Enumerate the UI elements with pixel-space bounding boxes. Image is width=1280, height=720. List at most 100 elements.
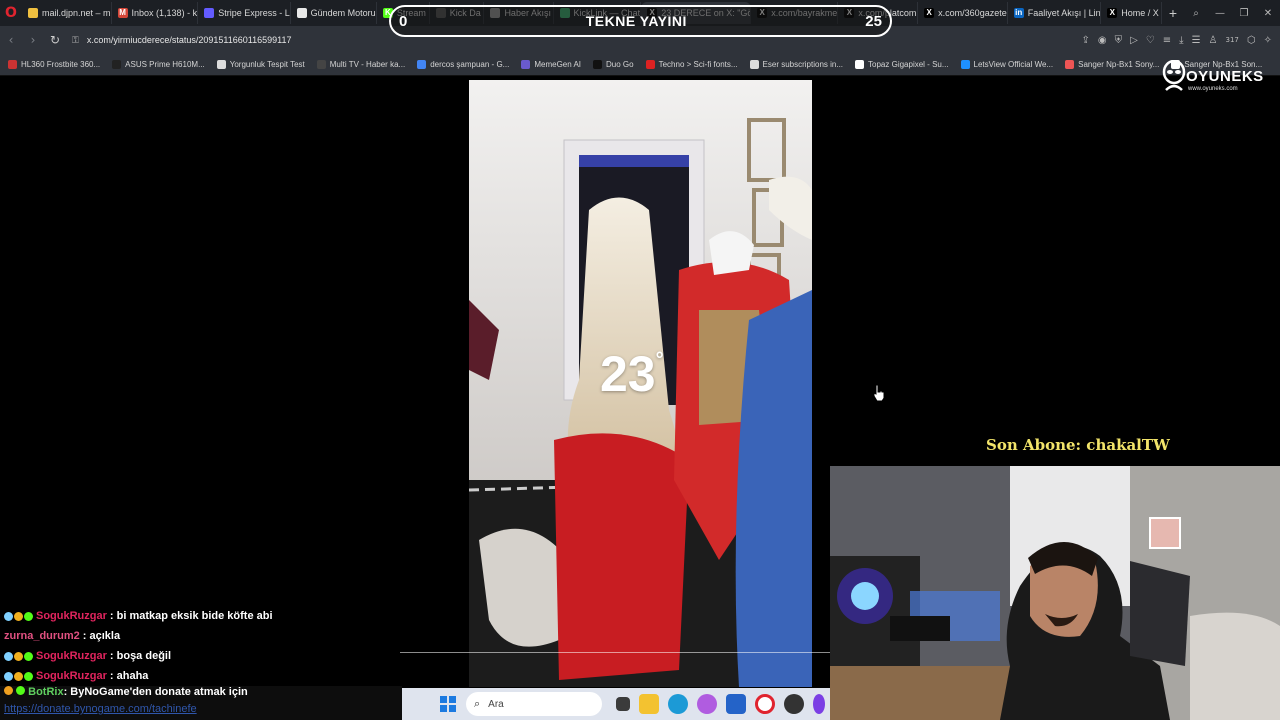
tab-favicon-icon: M xyxy=(117,8,128,18)
tab-favicon-icon: in xyxy=(1013,8,1024,18)
bookmark-label: Topaz Gigapixel - Su... xyxy=(868,60,949,69)
score-left: 0 xyxy=(399,12,408,30)
download-icon[interactable]: ⤓ xyxy=(1179,35,1183,46)
bookmark-favicon-icon xyxy=(112,60,122,69)
shield-icon[interactable]: ⛨ xyxy=(1115,35,1123,46)
browser-tab[interactable]: mail.djpn.net – m xyxy=(22,2,112,24)
app-icon-2[interactable] xyxy=(813,694,825,714)
tab-label: mail.djpn.net – m xyxy=(42,8,111,18)
bookmark-item[interactable]: HL360 Frostbite 360... xyxy=(8,60,100,69)
browser-tab[interactable]: X Home / X xyxy=(1101,2,1162,24)
chat-message: SogukRuzgar: bi matkap eksik bide köfte … xyxy=(4,606,464,626)
menu-icon[interactable]: ≡ xyxy=(1163,35,1171,46)
chat-username[interactable]: SogukRuzgar xyxy=(36,610,107,622)
bookmark-item[interactable]: MemeGen AI xyxy=(521,60,581,69)
bookmark-item[interactable]: Sanger Np-Bx1 Sony... xyxy=(1065,60,1159,69)
bookmark-favicon-icon xyxy=(417,60,427,69)
window-controls: ⌕ — ❐ ✕ xyxy=(1184,0,1280,26)
last-subscriber-label: Son Abone: chakalTW xyxy=(986,436,1170,454)
bookmark-favicon-icon xyxy=(855,60,865,69)
new-tab-button[interactable]: + xyxy=(1162,5,1184,21)
verified-badge-icon xyxy=(24,651,33,661)
file-explorer-icon[interactable] xyxy=(639,694,659,714)
bookmark-label: ASUS Prime H610M... xyxy=(125,60,205,69)
camera-icon[interactable]: ◉ xyxy=(1098,35,1107,46)
bookmark-item[interactable]: ASUS Prime H610M... xyxy=(112,60,205,69)
tab-favicon-icon xyxy=(28,8,38,18)
copilot-icon[interactable] xyxy=(697,694,717,714)
chat-message: SogukRuzgar: ahaha xyxy=(4,666,464,686)
bookmark-favicon-icon xyxy=(960,60,970,69)
share-icon[interactable]: ⇪ xyxy=(1081,35,1089,46)
verified-badge-icon xyxy=(16,686,26,695)
chat-username[interactable]: zurna_durum2 xyxy=(4,630,80,642)
app-icon[interactable] xyxy=(784,694,804,714)
opera-logo-icon[interactable]: O xyxy=(0,0,22,26)
tab-label: Inbox (1,138) - k xyxy=(131,8,198,18)
bookmark-label: Yorgunluk Tespit Test xyxy=(229,60,305,69)
bookmark-item[interactable]: Eser subscriptions in... xyxy=(749,60,843,69)
taskbar-apps xyxy=(616,694,825,714)
back-button[interactable]: ‹ xyxy=(0,33,22,47)
taskbar-search-placeholder: Ara xyxy=(488,698,504,710)
chat-badges xyxy=(4,611,33,621)
tab-favicon-icon: X xyxy=(1107,8,1118,18)
browser-tab[interactable]: Stripe Express - L xyxy=(198,2,291,24)
bookmark-item[interactable]: Yorgunluk Tespit Test xyxy=(216,60,305,69)
heart-icon[interactable]: ♡ xyxy=(1146,35,1155,46)
ai-sidebar-icon[interactable]: ✧ xyxy=(1264,35,1272,46)
bookmark-favicon-icon xyxy=(593,60,603,69)
forward-button[interactable]: › xyxy=(22,33,44,47)
bookmark-item[interactable]: Topaz Gigapixel - Su... xyxy=(855,60,949,69)
bookmark-item[interactable]: Techno > Sci-fi fonts... xyxy=(645,60,738,69)
bookmark-favicon-icon xyxy=(645,60,655,69)
search-tabs-icon[interactable]: ⌕ xyxy=(1184,8,1208,19)
site-info-icon[interactable]: ⚿ xyxy=(72,35,79,46)
bot-text: : ByNoGame'den donate atmak için xyxy=(63,686,248,698)
play-icon[interactable]: ▷ xyxy=(1130,35,1138,46)
tab-label: Stripe Express - L xyxy=(218,8,290,18)
bookmark-item[interactable]: Duo Go xyxy=(593,60,634,69)
tab-label: Home / X xyxy=(1121,8,1159,18)
easy-setup-icon[interactable]: ☰ xyxy=(1192,35,1201,46)
bookmark-item[interactable]: LetsView Official We... xyxy=(960,60,1053,69)
tab-label: Faaliyet Akışı | Lin xyxy=(1027,8,1101,18)
taskbar-search[interactable]: ⌕ Ara xyxy=(466,692,602,716)
profile-icon[interactable]: ♙ xyxy=(1209,35,1218,46)
bookmark-label: Sanger Np-Bx1 Sony... xyxy=(1078,60,1160,69)
bookmark-favicon-icon xyxy=(749,60,759,69)
chat-username[interactable]: SogukRuzgar xyxy=(36,650,107,662)
browser-tab[interactable]: M Inbox (1,138) - k xyxy=(112,2,199,24)
webcam-image xyxy=(830,466,1280,720)
maximize-button[interactable]: ❐ xyxy=(1232,8,1256,19)
profile-badge: 317 xyxy=(1225,36,1239,44)
bookmark-item[interactable]: dercos şampuan - G... xyxy=(417,60,509,69)
bookmark-favicon-icon xyxy=(8,60,17,69)
bookmark-label: dercos şampuan - G... xyxy=(430,60,510,69)
url-field[interactable]: ⚿ x.com/yirmiucderece/status/20915116601… xyxy=(72,35,292,46)
task-view-icon[interactable] xyxy=(616,697,630,711)
stream-scoreboard: 0 TEKNE YAYINI 25 xyxy=(389,5,892,37)
stream-title: TEKNE YAYINI xyxy=(585,13,687,29)
browser-tab[interactable]: in Faaliyet Akışı | Lin xyxy=(1008,2,1102,24)
chat-badges xyxy=(4,651,33,661)
chat-message: zurna_durum2: açıkla xyxy=(4,626,464,646)
browser-tab[interactable]: Gündem Motoru xyxy=(291,2,377,24)
opera-icon[interactable] xyxy=(755,694,775,714)
donate-link[interactable]: https://donate.bynogame.com/tachinefe xyxy=(4,703,197,715)
reload-button[interactable]: ↻ xyxy=(44,33,66,47)
verified-badge-icon xyxy=(24,611,33,621)
chat-badges xyxy=(4,671,33,681)
hand-cursor-icon xyxy=(873,384,885,402)
browser-tab[interactable]: Xx.com/360gazete xyxy=(918,2,1008,24)
bookmark-item[interactable]: Multi TV - Haber ka... xyxy=(316,60,405,69)
chat-text: : boşa değil xyxy=(109,650,172,662)
close-window-button[interactable]: ✕ xyxy=(1256,8,1280,19)
store-icon[interactable] xyxy=(726,694,746,714)
tab-favicon-icon xyxy=(296,8,307,18)
extensions-icon[interactable]: ⬡ xyxy=(1247,35,1256,46)
minimize-button[interactable]: — xyxy=(1208,8,1232,19)
windows-start-icon[interactable] xyxy=(440,696,456,712)
edge-icon[interactable] xyxy=(668,694,688,714)
chat-username[interactable]: SogukRuzgar xyxy=(36,670,107,682)
